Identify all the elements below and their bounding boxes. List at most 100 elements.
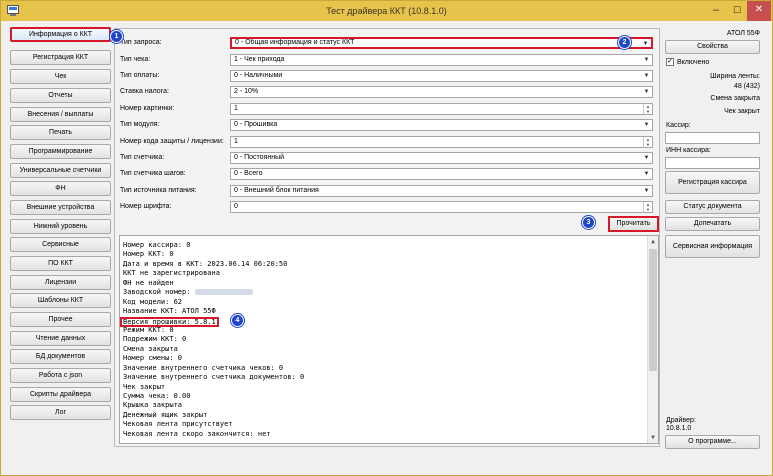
font-number-input[interactable]: 0 ▲ ▼ xyxy=(230,201,653,213)
font-number-label: Номер шрифта: xyxy=(120,203,172,210)
picture-number-input[interactable]: 1 ▲ ▼ xyxy=(230,103,653,115)
about-button[interactable]: О программе... xyxy=(665,435,760,449)
redacted-serial xyxy=(194,289,253,296)
power-source-type-select[interactable]: 0 - Внешний блок питания ▼ xyxy=(230,185,653,197)
output-line: ККТ не зарегистрирована xyxy=(123,269,220,278)
tape-width-label: Ширина ленты: xyxy=(710,73,760,80)
output-line: Крышка закрыта xyxy=(123,401,183,410)
annotation-badge-4: 4 xyxy=(231,314,244,327)
output-line: Номер смены: 0 xyxy=(123,354,183,363)
properties-button[interactable]: Свойства xyxy=(665,40,760,54)
nav-documents-db[interactable]: БД документов xyxy=(10,349,111,364)
nav-external-devices[interactable]: Внешние устройства xyxy=(10,200,111,215)
annotation-badge-1: 1 xyxy=(110,30,123,43)
read-button[interactable]: Прочитать xyxy=(608,216,659,232)
nav-kkt-info[interactable]: Информация о ККТ xyxy=(10,27,111,42)
checkbox-checked-icon[interactable]: ✓ xyxy=(666,58,674,66)
step-counter-type-label: Тип счетчика шагов: xyxy=(120,170,186,177)
output-line: Дата и время в ККТ: 2023.06.14 06:20:50 xyxy=(123,259,288,268)
receipt-type-select[interactable]: 1 - Чек прихода ▼ xyxy=(230,54,653,66)
step-counter-type-select[interactable]: 0 - Всего ▼ xyxy=(230,168,653,180)
nav-cash-in-out[interactable]: Внесения / выплаты xyxy=(10,107,111,122)
service-info-button[interactable]: Сервисная информация xyxy=(665,235,760,258)
nav-service[interactable]: Сервисные xyxy=(10,237,111,252)
chevron-down-icon: ▼ xyxy=(643,57,650,63)
chevron-down-icon: ▼ xyxy=(643,155,650,161)
nav-other[interactable]: Прочее xyxy=(10,312,111,327)
nav-reports[interactable]: Отчеты xyxy=(10,88,111,103)
module-type-label: Тип модуля: xyxy=(120,121,160,128)
output-line: Чековая лента скоро закончится: нет xyxy=(123,429,271,438)
output-line: Чековая лента присутствует xyxy=(123,420,233,429)
receipt-type-label: Тип чека: xyxy=(120,56,151,63)
chevron-down-icon: ▼ xyxy=(643,73,650,79)
nav-kkt-registration[interactable]: Регистрация ККТ xyxy=(10,50,111,65)
output-line: Режим ККТ: 0 xyxy=(123,325,174,334)
nav-kkt-templates[interactable]: Шаблоны ККТ xyxy=(10,293,111,308)
output-line: Код модели: 62 xyxy=(123,297,183,306)
chevron-down-icon: ▼ xyxy=(642,41,649,47)
nav-driver-scripts[interactable]: Скрипты драйвера xyxy=(10,387,111,402)
driver-version: 10.8.1.0 xyxy=(666,425,692,432)
output-lines: Номер кассира: 0 Номер ККТ: 0 Дата и вре… xyxy=(120,241,643,439)
cashier-inn-input[interactable] xyxy=(665,157,760,169)
module-type-select[interactable]: 0 - Прошивка ▼ xyxy=(230,119,653,131)
right-panel: АТОЛ 55Ф Свойства ✓ Включено Ширина ленты… xyxy=(665,28,762,452)
tax-rate-label: Ставка налога: xyxy=(120,88,169,95)
spinner-icon[interactable]: ▲ ▼ xyxy=(643,104,652,114)
output-line: Заводской номер: xyxy=(123,288,643,297)
register-cashier-button[interactable]: Регистрация кассира xyxy=(665,171,760,194)
nav-receipt[interactable]: Чек xyxy=(10,69,111,84)
payment-type-select[interactable]: 0 - Наличными ▼ xyxy=(230,70,653,82)
cashier-label: Кассир: xyxy=(666,122,691,129)
main-panel: Тип запроса: 0 - Общая информация и стат… xyxy=(114,28,660,447)
maximize-icon[interactable]: ☐ xyxy=(727,1,747,21)
chevron-down-icon: ▼ xyxy=(643,122,650,128)
nav-log[interactable]: Лог xyxy=(10,405,111,420)
output-line: Название ККТ: АТОЛ 55Ф xyxy=(123,307,216,316)
receipt-status: Чек закрыт xyxy=(724,108,760,115)
counter-type-label: Тип счетчика: xyxy=(120,154,165,161)
app-window: Тест драйвера ККТ (10.8.1.0) – ☐ ✕ Инфор… xyxy=(0,0,773,476)
tax-rate-select[interactable]: 2 - 10% ▼ xyxy=(230,86,653,98)
request-type-select[interactable]: 0 - Общая информация и статус ККТ ▼ xyxy=(230,37,653,49)
license-code-input[interactable]: 1 ▲ ▼ xyxy=(230,136,653,148)
nav-programming[interactable]: Программирование xyxy=(10,144,111,159)
scroll-down-icon[interactable]: ▼ xyxy=(648,432,658,443)
spinner-icon[interactable]: ▲ ▼ xyxy=(643,137,652,147)
payment-type-label: Тип оплаты: xyxy=(120,72,160,79)
nav-fn[interactable]: ФН xyxy=(10,181,111,196)
spinner-icon[interactable]: ▲ ▼ xyxy=(643,202,652,212)
output-line: Значение внутреннего счетчика чеков: 0 xyxy=(123,363,284,372)
output-textarea[interactable]: Номер кассира: 0 Номер ККТ: 0 Дата и вре… xyxy=(119,235,659,444)
document-status-button[interactable]: Статус документа xyxy=(665,200,760,214)
output-line: Смена закрыта xyxy=(123,344,178,353)
nav-low-level[interactable]: Нижний уровень xyxy=(10,219,111,234)
scroll-thumb[interactable] xyxy=(649,249,657,371)
shift-status: Смена закрыта xyxy=(710,95,760,102)
annotation-badge-2: 2 xyxy=(618,36,631,49)
cashier-inn-label: ИНН кассира: xyxy=(666,147,711,154)
output-line: Номер ККТ: 0 xyxy=(123,250,174,259)
reprint-button[interactable]: Допечатать xyxy=(665,217,760,231)
counter-type-select[interactable]: 0 - Постоянный ▼ xyxy=(230,152,653,164)
output-line: Чек закрыт xyxy=(123,382,166,391)
picture-number-label: Номер картинки: xyxy=(120,105,175,112)
nav-json[interactable]: Работа с json xyxy=(10,368,111,383)
title-bar: Тест драйвера ККТ (10.8.1.0) – ☐ ✕ xyxy=(1,1,772,21)
close-icon[interactable]: ✕ xyxy=(747,1,771,21)
nav-print[interactable]: Печать xyxy=(10,125,111,140)
cashier-input[interactable] xyxy=(665,132,760,144)
enabled-checkbox[interactable]: ✓ Включено xyxy=(666,58,709,66)
scroll-up-icon[interactable]: ▲ xyxy=(648,236,658,247)
minimize-icon[interactable]: – xyxy=(705,1,727,21)
nav-licenses[interactable]: Лицензии xyxy=(10,275,111,290)
output-scrollbar[interactable]: ▲ ▼ xyxy=(647,236,658,443)
chevron-down-icon: ▼ xyxy=(643,171,650,177)
nav-read-data[interactable]: Чтение данных xyxy=(10,331,111,346)
nav-universal-counters[interactable]: Универсальные счетчики xyxy=(10,163,111,178)
driver-label: Драйвер: xyxy=(666,417,696,424)
tape-width-value: 48 (432) xyxy=(733,83,760,90)
output-line: Значение внутреннего счетчика документов… xyxy=(123,373,305,382)
nav-kkt-software[interactable]: ПО ККТ xyxy=(10,256,111,271)
